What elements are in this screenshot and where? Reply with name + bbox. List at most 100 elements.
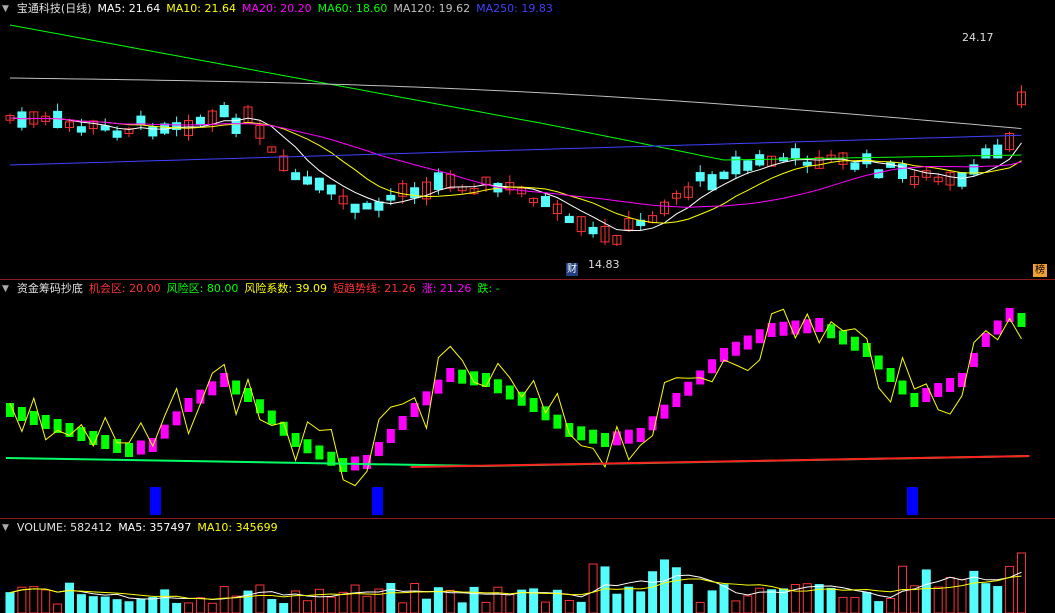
indicator-block (553, 414, 562, 429)
volume-bar (76, 594, 86, 613)
indicator-panel[interactable]: ▼ 资金筹码抄底 机会区: 20.00 风险区: 80.00 风险系数: 39.… (0, 280, 1055, 518)
volume-bar (802, 583, 812, 613)
candle-body (386, 194, 396, 201)
indicator-block (672, 393, 681, 407)
price-panel[interactable]: ▼ 宝通科技(日线) MA5: 21.64 MA10: 21.64 MA20: … (0, 0, 1055, 279)
indicator-block (601, 433, 609, 447)
volume-bar (695, 601, 705, 613)
volume-bar (445, 589, 455, 613)
indicator-block (386, 429, 395, 443)
volume-bar (410, 583, 420, 613)
volume-bar (671, 567, 681, 613)
high-price-label: 24.17 (962, 31, 994, 44)
volume-bar (588, 563, 598, 613)
trend-line (410, 455, 1030, 468)
indicator-block (29, 411, 38, 425)
candle-body (862, 153, 872, 165)
volume-bar (874, 601, 884, 613)
indicator-block (398, 416, 407, 430)
candle-body (981, 148, 991, 159)
indicator-block (815, 318, 824, 332)
candlestick-chart[interactable] (0, 0, 1055, 279)
finance-badge[interactable]: 财 (566, 263, 578, 276)
chevron-down-icon[interactable]: ▼ (2, 281, 9, 297)
indicator-block (731, 341, 740, 356)
volume-bar (826, 587, 836, 613)
ma10-value: MA10: 21.64 (166, 2, 236, 15)
volume-bar (505, 594, 515, 613)
price-legend: ▼ 宝通科技(日线) MA5: 21.64 MA10: 21.64 MA20: … (2, 1, 553, 17)
candle-body (17, 111, 27, 128)
indicator-block (41, 415, 50, 429)
indicator-block (755, 329, 764, 344)
volume-bar (993, 586, 1003, 613)
volume-bar (981, 583, 991, 613)
ma120-value: MA120: 19.62 (393, 2, 471, 15)
volume-bar (100, 596, 110, 613)
candle-body (148, 126, 158, 137)
volume-bar (255, 584, 265, 613)
indicator-block (577, 426, 586, 441)
volume-bar (945, 576, 955, 613)
indicator-chart[interactable] (0, 280, 1055, 518)
volume-panel[interactable]: ▼ VOLUME: 582412 MA5: 357497 MA10: 34569… (0, 519, 1055, 613)
volume-bar (112, 599, 122, 613)
chevron-down-icon[interactable]: ▼ (2, 1, 9, 17)
volume-bar (41, 589, 51, 613)
chevron-down-icon[interactable]: ▼ (2, 520, 9, 536)
candle-body (743, 160, 753, 171)
indicator-block (1017, 313, 1026, 327)
candle-body (588, 226, 598, 235)
volume-bar (136, 598, 146, 613)
risk-zone: 风险区: 80.00 (166, 282, 239, 295)
volume-bar (326, 596, 336, 613)
ma250-value: MA250: 19.83 (476, 2, 553, 15)
indicator-block (458, 369, 467, 384)
candle-body (326, 184, 336, 195)
buy-signal-bar (907, 487, 918, 515)
volume-bar (850, 597, 860, 613)
volume-bar (350, 584, 360, 613)
volume-bar (731, 600, 741, 613)
indicator-block (743, 335, 752, 350)
volume-bar (314, 588, 324, 613)
volume-bar (719, 584, 729, 613)
volume-bar (636, 591, 646, 613)
rank-badge[interactable]: 榜 (1033, 264, 1047, 277)
volume-bar (267, 599, 277, 613)
volume-bar (207, 602, 217, 613)
volume-bar (457, 602, 467, 613)
indicator-block (529, 398, 538, 412)
buy-signal-bar (150, 487, 161, 515)
indicator-block (1005, 308, 1014, 322)
volume-bar (172, 602, 182, 613)
candle-body (993, 144, 1003, 159)
indicator-name: 资金筹码抄底 (16, 282, 83, 295)
volume-bar (481, 601, 491, 613)
volume-bar (743, 595, 753, 613)
volume-bar (921, 569, 931, 613)
volume-bar (124, 601, 134, 613)
indicator-block (839, 330, 847, 345)
volume-bar (838, 596, 848, 613)
candle-body (564, 215, 574, 224)
buy-signal-bar (372, 487, 383, 515)
volume-bar (398, 602, 408, 613)
indicator-block (184, 398, 193, 412)
indicator-block (779, 321, 788, 336)
indicator-block (434, 379, 443, 394)
volume-bar (5, 592, 15, 613)
indicator-block (160, 424, 169, 439)
indicator-block (505, 385, 514, 400)
candle-body (850, 162, 860, 170)
ma20-value: MA20: 20.20 (241, 2, 312, 15)
down-value: 跌: - (477, 282, 500, 295)
candle-body (100, 125, 110, 131)
volume-bar (493, 586, 503, 613)
volume-bar (576, 601, 586, 613)
indicator-block (17, 407, 26, 421)
indicator-block (291, 433, 300, 447)
volume-bar (422, 598, 431, 613)
volume-bar (683, 583, 693, 613)
candle-body (374, 201, 384, 211)
